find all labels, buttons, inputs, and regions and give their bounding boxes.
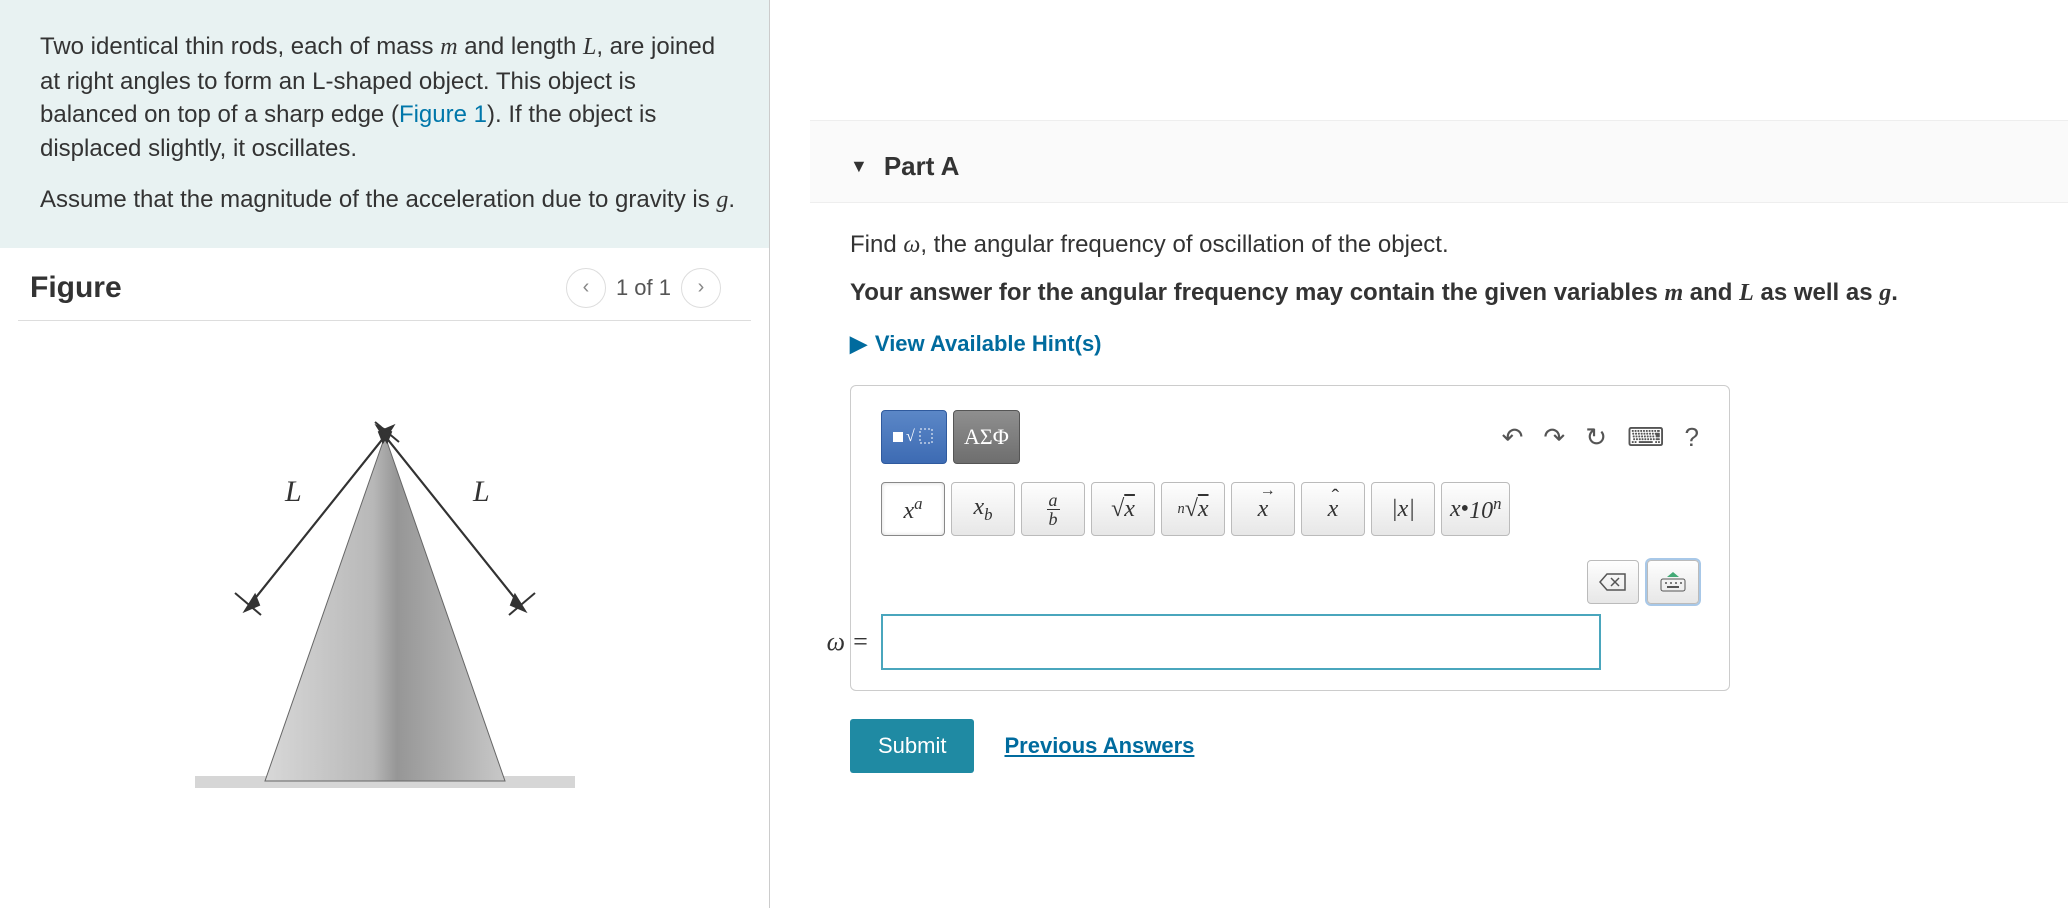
part-header[interactable]: ▼ Part A [810, 120, 2068, 203]
rod-label-right: L [472, 475, 490, 508]
hints-link-label: View Available Hint(s) [875, 331, 1102, 357]
template-row: xa xb ab √x n√x x x |x| x • 10n [881, 482, 1699, 536]
redo-icon[interactable]: ↷ [1543, 422, 1565, 453]
collapse-caret-icon: ▼ [850, 156, 868, 177]
submit-button[interactable]: Submit [850, 719, 974, 773]
undo-icon[interactable]: ↶ [1502, 422, 1524, 453]
template-subscript-button[interactable]: xb [951, 482, 1015, 536]
part-body: Find ω, the angular frequency of oscilla… [810, 203, 2068, 773]
left-panel: Two identical thin rods, each of mass m … [0, 0, 770, 908]
previous-answers-link[interactable]: Previous Answers [1004, 733, 1194, 759]
template-abs-button[interactable]: |x| [1371, 482, 1435, 536]
var-L: L [583, 34, 596, 60]
view-hints-link[interactable]: ▶ View Available Hint(s) [850, 331, 1102, 357]
figure-link[interactable]: Figure 1 [399, 101, 487, 128]
rod-label-left: L [284, 475, 302, 508]
template-fraction-button[interactable]: ab [1021, 482, 1085, 536]
right-panel: ▼ Part A Find ω, the angular frequency o… [770, 0, 2068, 908]
submit-row: Submit Previous Answers [850, 719, 2028, 773]
prompt-text: and length [458, 33, 583, 60]
math-mode-button[interactable]: √ [881, 410, 947, 464]
var-g: g [716, 187, 728, 213]
figure-svg: L L [175, 381, 595, 801]
template-nroot-button[interactable]: n√x [1161, 482, 1225, 536]
prompt-text: Assume that the magnitude of the acceler… [40, 186, 716, 213]
figure-title: Figure [30, 271, 122, 305]
answer-box: √ ΑΣΦ ↶ ↷ ↻ ⌨ ? xa xb ab [850, 385, 1730, 691]
template-sqrt-button[interactable]: √x [1091, 482, 1155, 536]
answer-label: ω = [805, 627, 869, 657]
figure-prev-button[interactable]: ‹ [566, 268, 606, 308]
figure-nav: ‹ 1 of 1 › [566, 268, 721, 308]
figure-image: L L [0, 321, 769, 801]
figure-counter: 1 of 1 [616, 275, 671, 301]
template-superscript-button[interactable]: xa [881, 482, 945, 536]
instruction-text: Find ω, the angular frequency of oscilla… [850, 231, 2028, 259]
figure-header: Figure ‹ 1 of 1 › [18, 248, 751, 321]
backspace-button[interactable] [1587, 560, 1639, 604]
greek-mode-button[interactable]: ΑΣΦ [953, 410, 1020, 464]
help-icon[interactable]: ? [1685, 422, 1699, 453]
var-omega: ω [903, 232, 920, 258]
caret-right-icon: ▶ [850, 331, 867, 357]
problem-prompt: Two identical thin rods, each of mass m … [0, 0, 769, 248]
answer-input[interactable] [881, 614, 1601, 670]
keyboard-toggle-button[interactable] [1647, 560, 1699, 604]
var-m: m [440, 34, 457, 60]
answer-hint-text: Your answer for the angular frequency ma… [850, 279, 2028, 307]
template-hat-button[interactable]: x [1301, 482, 1365, 536]
input-controls-row [881, 560, 1699, 604]
template-vector-button[interactable]: x [1231, 482, 1295, 536]
prompt-text: . [728, 186, 735, 213]
figure-next-button[interactable]: › [681, 268, 721, 308]
svg-text:√: √ [906, 428, 915, 445]
toolbar-row: √ ΑΣΦ ↶ ↷ ↻ ⌨ ? [881, 410, 1699, 464]
reset-icon[interactable]: ↻ [1585, 422, 1607, 453]
answer-line: ω = [805, 614, 1699, 670]
template-sci-button[interactable]: x • 10n [1441, 482, 1510, 536]
keyboard-icon[interactable]: ⌨ [1627, 422, 1665, 453]
part-title: Part A [884, 151, 960, 182]
prompt-text: Two identical thin rods, each of mass [40, 33, 440, 60]
